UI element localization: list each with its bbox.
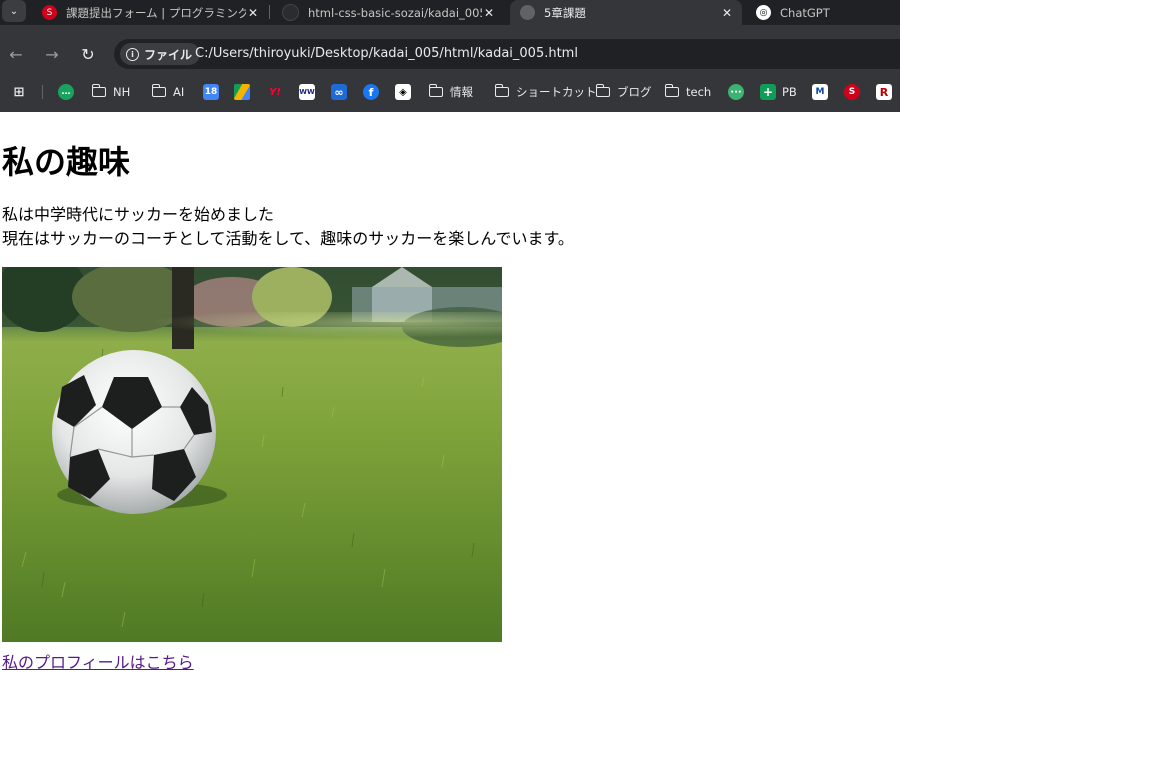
tab-kadai-form[interactable]: S 課題提出フォーム | プログラミング学 ✕ <box>32 0 268 25</box>
close-icon[interactable]: ✕ <box>720 6 734 20</box>
folder-icon <box>428 84 443 97</box>
bookmark-infinity[interactable]: ∞ <box>331 80 347 104</box>
tab-title: 5章課題 <box>544 5 586 20</box>
chat-bubble-icon: … <box>58 84 74 100</box>
bookmark-rakuten[interactable]: R <box>876 80 892 104</box>
tab-title: 課題提出フォーム | プログラミング学 <box>66 5 246 20</box>
bookmark-notion[interactable]: ◈ <box>395 80 411 104</box>
bookmark-pb[interactable]: + PB <box>760 80 797 104</box>
red-brand-icon: S <box>42 5 57 20</box>
bookmark-news[interactable]: WW <box>299 80 315 104</box>
bookmark-folder-tech[interactable]: tech <box>664 80 712 104</box>
red-brand-icon: S <box>844 84 860 100</box>
bookmark-label: PB <box>782 85 797 99</box>
reload-icon: ↻ <box>81 44 95 64</box>
globe-icon <box>520 5 535 20</box>
bookmark-label: ショートカット <box>516 85 597 99</box>
bookmark-red-logo[interactable]: S <box>844 80 860 104</box>
tab-strip: ⌄ S 課題提出フォーム | プログラミング学 ✕ html-css-basic… <box>0 0 900 25</box>
folder-icon <box>151 84 166 97</box>
bookmark-chat[interactable]: … <box>58 80 74 104</box>
chevron-down-icon: ⌄ <box>9 5 19 17</box>
intro-paragraph: 私は中学時代にサッカーを始めました 現在はサッカーのコーチとして活動をして、趣味… <box>2 203 574 251</box>
tab-github[interactable]: html-css-basic-sozai/kadai_005/ ✕ <box>272 0 504 25</box>
chatgpt-icon: ◎ <box>756 5 771 20</box>
close-icon[interactable]: ✕ <box>246 6 260 20</box>
bookmark-label: ブログ <box>617 85 652 99</box>
bookmark-label: 情報 <box>450 85 473 99</box>
news-icon: WW <box>299 84 315 100</box>
bookmark-label: NH <box>113 85 131 99</box>
apps-grid-icon: ⊞ <box>13 84 25 100</box>
forward-button[interactable]: → <box>41 43 63 65</box>
bookmark-yahoo[interactable]: Y! <box>267 80 283 104</box>
bookmark-folder-info[interactable]: 情報 <box>428 80 473 104</box>
bookmark-m[interactable]: M <box>812 80 828 104</box>
bookmark-folder-shortcut[interactable]: ショートカット <box>494 80 597 104</box>
omnibox[interactable]: i ファイル C:/Users/thiroyuki/Desktop/kadai_… <box>114 39 900 69</box>
rakuten-icon: R <box>876 84 892 100</box>
folder-icon <box>494 84 509 97</box>
bookmark-folder-nh[interactable]: NH <box>91 80 131 104</box>
bookmark-green-circle[interactable]: ••• <box>728 80 744 104</box>
bookmark-divider <box>42 85 43 99</box>
github-icon <box>282 4 299 21</box>
bookmark-folder-ai[interactable]: AI <box>151 80 185 104</box>
paragraph-line-1: 私は中学時代にサッカーを始めました <box>2 205 275 224</box>
address-toolbar: ← → ↻ i ファイル C:/Users/thiroyuki/Desktop/… <box>0 37 900 71</box>
tab-divider <box>269 5 270 19</box>
chip-label: ファイル <box>144 47 193 62</box>
apps-button[interactable]: ⊞ <box>11 80 27 104</box>
soccer-ball-photo <box>2 267 502 642</box>
info-icon: i <box>126 47 139 61</box>
striped-logo-icon: ◈ <box>395 84 411 100</box>
folder-icon <box>91 84 106 97</box>
back-button[interactable]: ← <box>5 43 27 65</box>
yahoo-icon: Y! <box>269 86 281 98</box>
bookmark-drive[interactable] <box>234 80 250 104</box>
paragraph-line-2: 現在はサッカーのコーチとして活動をして、趣味のサッカーを楽しんでいます。 <box>2 229 574 248</box>
facebook-icon: f <box>363 84 379 100</box>
page-content: 私の趣味 私は中学時代にサッカーを始めました 現在はサッカーのコーチとして活動を… <box>0 112 1152 761</box>
tab-5sho-kadai[interactable]: 5章課題 ✕ <box>510 0 742 25</box>
bookmarks-bar: ⊞ … NH AI 18 Y! WW ∞ f ◈ 情報 ショートカット ブログ … <box>0 80 900 104</box>
tab-search-button[interactable]: ⌄ <box>2 0 26 22</box>
arrow-right-icon: → <box>45 44 59 64</box>
profile-link[interactable]: 私のプロフィールはこちら <box>2 649 194 673</box>
bookmark-label: tech <box>686 85 712 99</box>
browser-chrome: ⌄ S 課題提出フォーム | プログラミング学 ✕ html-css-basic… <box>0 0 900 112</box>
green-circle-icon: ••• <box>728 84 744 100</box>
google-drive-icon <box>234 84 250 100</box>
calendar-icon: 18 <box>203 84 219 100</box>
m-logo-icon: M <box>812 84 828 100</box>
arrow-left-icon: ← <box>9 44 23 64</box>
close-icon[interactable]: ✕ <box>482 6 496 20</box>
reload-button[interactable]: ↻ <box>77 43 99 65</box>
tab-title: ChatGPT <box>780 5 830 20</box>
url-text[interactable]: C:/Users/thiroyuki/Desktop/kadai_005/htm… <box>195 46 578 61</box>
site-info-chip[interactable]: i ファイル <box>120 43 201 65</box>
tab-chatgpt[interactable]: ◎ ChatGPT <box>746 0 900 25</box>
folder-icon <box>595 84 610 97</box>
bookmark-calendar[interactable]: 18 <box>203 80 219 104</box>
green-plus-icon: + <box>760 84 776 100</box>
bookmark-folder-blog[interactable]: ブログ <box>595 80 652 104</box>
bookmark-label: AI <box>173 85 185 99</box>
folder-icon <box>664 84 679 97</box>
tab-title: html-css-basic-sozai/kadai_005/ <box>308 5 482 20</box>
bookmark-facebook[interactable]: f <box>363 80 379 104</box>
page-title: 私の趣味 <box>2 143 131 181</box>
infinity-icon: ∞ <box>331 84 347 100</box>
